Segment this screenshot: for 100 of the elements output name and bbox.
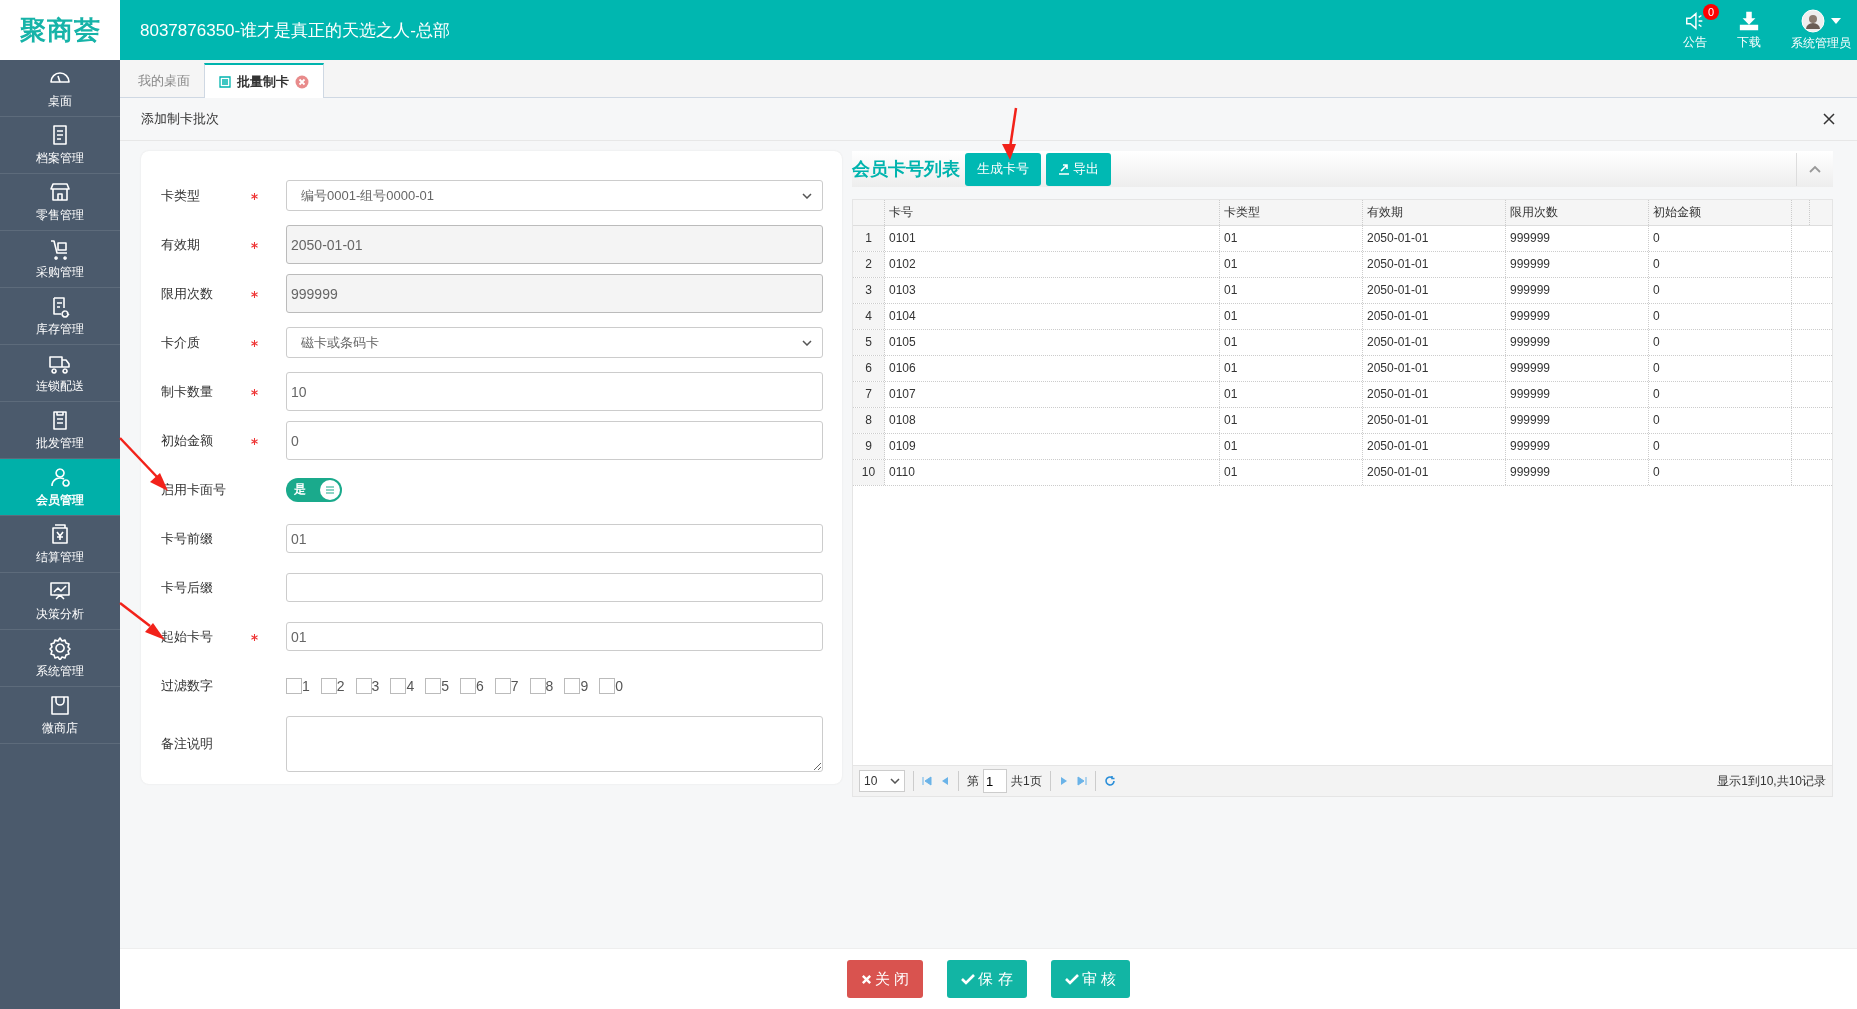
table-cell: 0 [1649,226,1792,251]
sidebar-item[interactable]: 连锁配送 [0,345,120,402]
gear-icon [48,636,72,660]
row-number: 2 [853,252,885,277]
table-cell: 2050-01-01 [1363,434,1506,459]
table-cell: 0101 [885,226,1220,251]
first-page-icon[interactable] [922,776,932,786]
next-page-icon[interactable] [1058,776,1069,786]
sidebar-item[interactable]: 决策分析 [0,573,120,630]
table-cell: 01 [1220,460,1363,485]
table-cell: 0 [1649,304,1792,329]
record-summary: 显示1到10,共10记录 [1717,772,1826,790]
column-header: 卡号 [885,200,1220,225]
table-cell: 01 [1220,330,1363,355]
field-label: 备注说明 [161,735,214,753]
input-field[interactable] [286,573,823,602]
table-cell: 0106 [885,356,1220,381]
table-cell: 0 [1649,330,1792,355]
table-cell: 0 [1649,356,1792,381]
table-cell: 0 [1649,252,1792,277]
table-cell: 01 [1220,408,1363,433]
avatar-icon [1801,8,1825,33]
sidebar-item[interactable]: 库存管理 [0,288,120,345]
shop-icon [48,180,72,204]
logo-text: 聚商荟 [19,13,101,47]
tab[interactable]: 批量制卡 [204,63,324,98]
field-label: 卡类型 [161,186,201,205]
company-title: 8037876350-谁才是真正的天选之人-总部 [140,19,450,42]
caret-icon [1831,17,1841,24]
field-label: 过滤数字 [161,676,214,695]
table-cell: 2050-01-01 [1363,226,1506,251]
table-cell: 999999 [1506,382,1649,407]
table-cell: 999999 [1506,460,1649,485]
check-icon [1064,973,1079,985]
input-field[interactable]: 01 [286,622,823,651]
table-cell: 0 [1649,460,1792,485]
field-label: 初始金额 [161,431,214,450]
table-cell: 2050-01-01 [1363,382,1506,407]
field-label: 卡介质 [161,333,201,352]
table-cell: 999999 [1506,278,1649,303]
table-cell: 01 [1220,356,1363,381]
field-label: 卡号后缀 [161,578,214,597]
table-cell: 01 [1220,226,1363,251]
table-cell: 2050-01-01 [1363,304,1506,329]
table-cell: 0102 [885,252,1220,277]
field-label: 起始卡号 [161,627,214,646]
notice-count-badge: 0 [1703,3,1719,20]
bag-icon [48,693,72,717]
table-cell: 0103 [885,278,1220,303]
refresh-icon[interactable] [1103,775,1116,787]
table-cell: 01 [1220,382,1363,407]
dialog-title: 添加制卡批次 [141,110,219,128]
field-label: 限用次数 [161,284,214,303]
table-cell: 0108 [885,408,1220,433]
select-field[interactable]: 编号0001-组号0000-01 [286,180,823,211]
table-cell: 999999 [1506,356,1649,381]
table-cell: 0109 [885,434,1220,459]
input-field[interactable]: 10 [286,372,823,411]
table-cell: 2050-01-01 [1363,356,1506,381]
field-label: 卡号前缀 [161,529,214,548]
row-number: 6 [853,356,885,381]
page-total: 共1页 [1011,772,1042,790]
row-number: 1 [853,226,885,251]
sidebar-item[interactable]: 采购管理 [0,231,120,288]
table-cell: 999999 [1506,408,1649,433]
sidebar-item[interactable]: 系统管理 [0,630,120,687]
row-number: 3 [853,278,885,303]
table-cell: 2050-01-01 [1363,252,1506,277]
table-cell: 999999 [1506,226,1649,251]
textarea-field[interactable] [286,716,823,772]
collapse-icon[interactable] [1809,165,1821,173]
chevron-icon [802,192,812,199]
table-cell: 01 [1220,304,1363,329]
last-page-icon[interactable] [1076,776,1087,786]
input-field[interactable]: 01 [286,524,823,553]
column-header: 限用次数 [1506,200,1649,225]
close-icon[interactable] [1823,113,1835,125]
row-number: 7 [853,382,885,407]
download-icon [1737,9,1761,32]
column-header: 有效期 [1363,200,1506,225]
page-prefix: 第 [967,772,979,790]
row-number: 10 [853,460,885,485]
sidebar-item[interactable]: 结算管理 [0,516,120,573]
row-number: 4 [853,304,885,329]
input-field[interactable]: 0 [286,421,823,460]
close-button[interactable]: 关 闭 [847,960,924,998]
export-icon [1058,163,1070,175]
table-cell: 01 [1220,434,1363,459]
knob-icon [320,479,340,500]
sidebar-item[interactable]: 零售管理 [0,174,120,231]
page-number-field[interactable]: 1 [983,769,1007,793]
sidebar-item[interactable]: 微商店 [0,687,120,744]
row-number: 8 [853,408,885,433]
list-icon [219,75,231,88]
page-size-select[interactable]: 10 [859,770,905,792]
column-header: 卡类型 [1220,200,1363,225]
sidebar-item[interactable]: 档案管理 [0,117,120,174]
table-cell: 01 [1220,278,1363,303]
previous-page-icon[interactable] [940,776,950,786]
select-field[interactable]: 磁卡或条码卡 [286,327,823,358]
